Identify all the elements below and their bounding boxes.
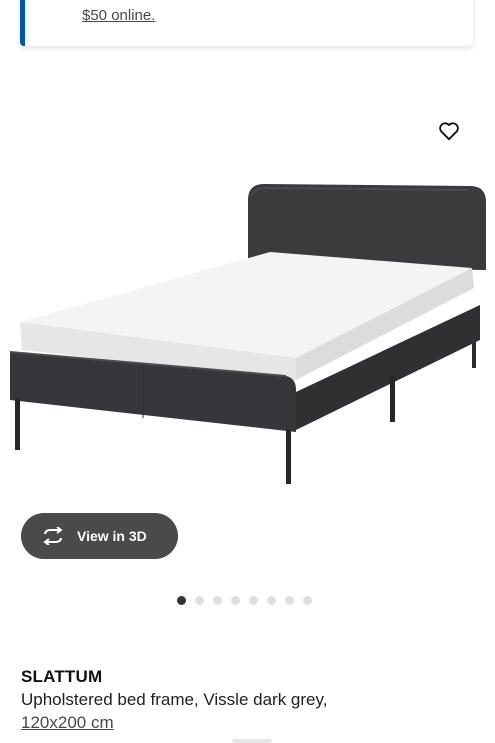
bottom-sheet-handle xyxy=(232,739,272,743)
carousel-dot-6[interactable] xyxy=(267,596,276,605)
heart-icon xyxy=(439,122,459,141)
promo-banner: $50 online. xyxy=(20,0,473,46)
carousel-dot-1[interactable] xyxy=(177,596,186,605)
carousel-dot-4[interactable] xyxy=(231,596,240,605)
promo-link[interactable]: $50 online. xyxy=(82,7,155,24)
product-size-link[interactable]: 120x200 cm xyxy=(21,713,114,733)
promo-accent-bar xyxy=(20,0,25,46)
product-description: Upholstered bed frame, Vissle dark grey, xyxy=(21,690,328,709)
view-in-3d-button[interactable]: View in 3D xyxy=(21,513,178,559)
view-in-3d-label: View in 3D xyxy=(77,528,147,544)
carousel-dot-5[interactable] xyxy=(249,596,258,605)
carousel-dot-2[interactable] xyxy=(195,596,204,605)
carousel-dot-7[interactable] xyxy=(285,596,294,605)
product-name: SLATTUM xyxy=(21,667,103,686)
product-image[interactable] xyxy=(0,100,495,520)
favorite-button[interactable] xyxy=(433,116,465,146)
carousel-indicator xyxy=(177,596,312,605)
carousel-dot-8[interactable] xyxy=(303,596,312,605)
carousel-dot-3[interactable] xyxy=(213,596,222,605)
rotate-3d-icon xyxy=(41,524,65,548)
